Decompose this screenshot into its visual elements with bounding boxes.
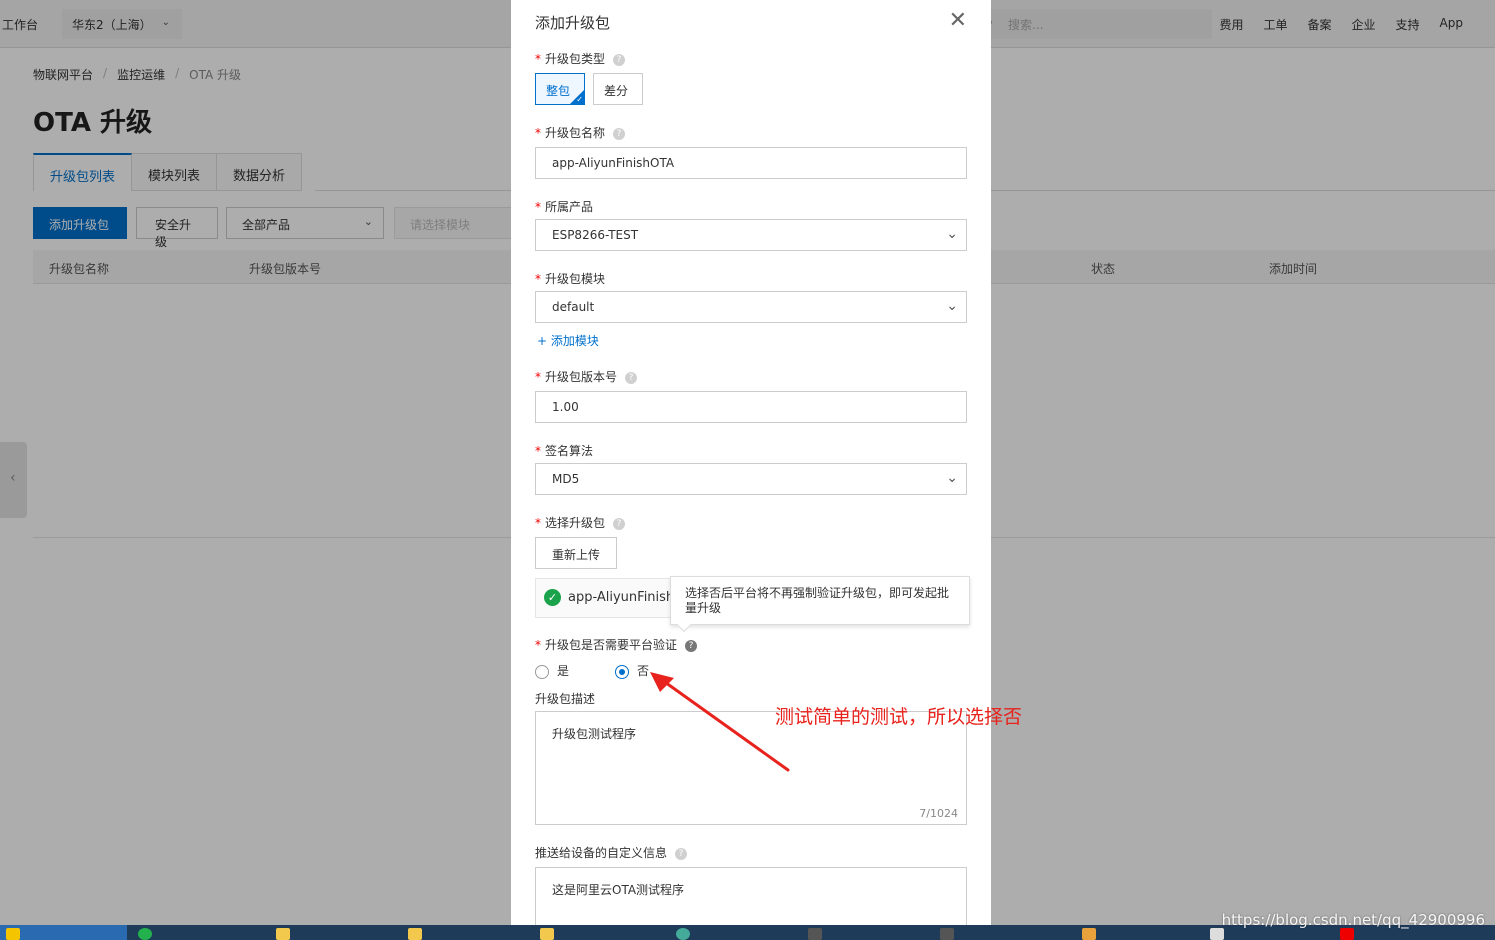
annotation-text: 测试简单的测试，所以选择否 [775,706,1023,728]
folder-icon[interactable] [408,928,422,940]
required-mark: * [535,272,541,286]
tooltip-text: 选择否后平台将不再强制验证升级包，即可发起批量升级 [685,586,950,615]
close-icon[interactable]: ✕ [949,8,967,33]
add-package-dialog: 添加升级包 ✕ * 升级包类型? 整包 ✓ 差分 * 升级包名称? app-Aliy… [511,0,991,925]
add-module-link[interactable]: + 添加模块 [537,332,599,349]
verify-label-text: 升级包是否需要平台验证 [545,638,678,652]
radio-circle [535,664,549,679]
sign-algorithm-select[interactable]: MD5 ⌄ [535,463,967,495]
dialog-title: 添加升级包 [535,14,611,32]
product-select-value: ESP8266-TEST [552,228,639,242]
help-icon[interactable]: ? [675,847,688,860]
version-label-text: 升级包版本号 [545,370,618,384]
sign-label-text: 签名算法 [545,444,594,458]
push-info-text: 这是阿里云OTA测试程序 [552,883,685,897]
required-mark: * [535,200,541,214]
help-icon[interactable]: ? [625,371,638,384]
chevron-down-icon: ⌄ [946,226,958,242]
app-icon[interactable] [940,928,954,940]
verify-tooltip: 选择否后平台将不再强制验证升级包，即可发起批量升级 [670,576,970,633]
description-text: 升级包测试程序 [552,727,637,741]
package-name-input[interactable]: app-AliyunFinishOTA [535,147,967,179]
required-mark: * [535,638,541,652]
folder-icon[interactable] [540,928,554,940]
type-full-label: 整包 [546,84,571,98]
product-label-text: 所属产品 [545,200,594,214]
radio-circle-selected [615,664,629,679]
help-icon[interactable]: ? [613,53,626,66]
product-select[interactable]: ESP8266-TEST ⌄ [535,219,967,251]
version-input[interactable]: 1.00 [535,391,967,423]
push-label: 推送给设备的自定义信息? [535,844,688,861]
start-icon[interactable] [6,928,20,940]
name-label-text: 升级包名称 [545,126,606,140]
app-icon[interactable] [1082,928,1096,940]
help-icon[interactable]: ? [613,127,626,140]
check-icon: ✓ [576,95,583,104]
app-icon[interactable] [1340,928,1354,940]
success-check-icon: ✓ [544,589,561,606]
module-select-value: default [552,300,595,314]
verify-label: * 升级包是否需要平台验证? [535,636,698,653]
required-mark: * [535,444,541,458]
app-icon[interactable] [808,928,822,940]
chevron-down-icon: ⌄ [946,470,958,486]
module-label-text: 升级包模块 [545,272,606,286]
folder-icon[interactable] [276,928,290,940]
push-label-text: 推送给设备的自定义信息 [535,846,668,860]
verify-yes-radio[interactable]: 是 [535,662,569,679]
document-icon[interactable] [1210,928,1224,940]
sign-label: * 签名算法 [535,442,593,459]
sign-select-value: MD5 [552,472,580,486]
module-select[interactable]: default ⌄ [535,291,967,323]
help-icon[interactable]: ? [613,517,626,530]
type-diff-package[interactable]: 差分 [593,73,643,105]
module-label: * 升级包模块 [535,270,605,287]
type-label-text: 升级包类型 [545,52,606,66]
product-label: * 所属产品 [535,198,593,215]
reupload-button[interactable]: 重新上传 [535,537,617,569]
watermark-text: https://blog.csdn.net/qq_42900996 [1221,911,1485,929]
verify-yes-label: 是 [557,664,570,678]
version-label: * 升级包版本号? [535,368,638,385]
type-label: * 升级包类型? [535,50,626,67]
tooltip-arrow [676,617,692,633]
browser-icon[interactable] [676,928,690,940]
type-full-package[interactable]: 整包 ✓ [535,73,585,105]
help-icon[interactable]: ? [685,639,698,652]
required-mark: * [535,52,541,66]
file-label: * 选择升级包? [535,514,626,531]
desc-label: 升级包描述 [535,692,596,706]
required-mark: * [535,370,541,384]
required-mark: * [535,516,541,530]
file-label-text: 选择升级包 [545,516,606,530]
required-mark: * [535,126,541,140]
push-info-textarea[interactable]: 这是阿里云OTA测试程序 [535,867,967,925]
chevron-down-icon: ⌄ [946,298,958,314]
wechat-icon[interactable] [138,928,152,940]
char-counter: 7/1024 [919,807,958,820]
name-label: * 升级包名称? [535,124,626,141]
